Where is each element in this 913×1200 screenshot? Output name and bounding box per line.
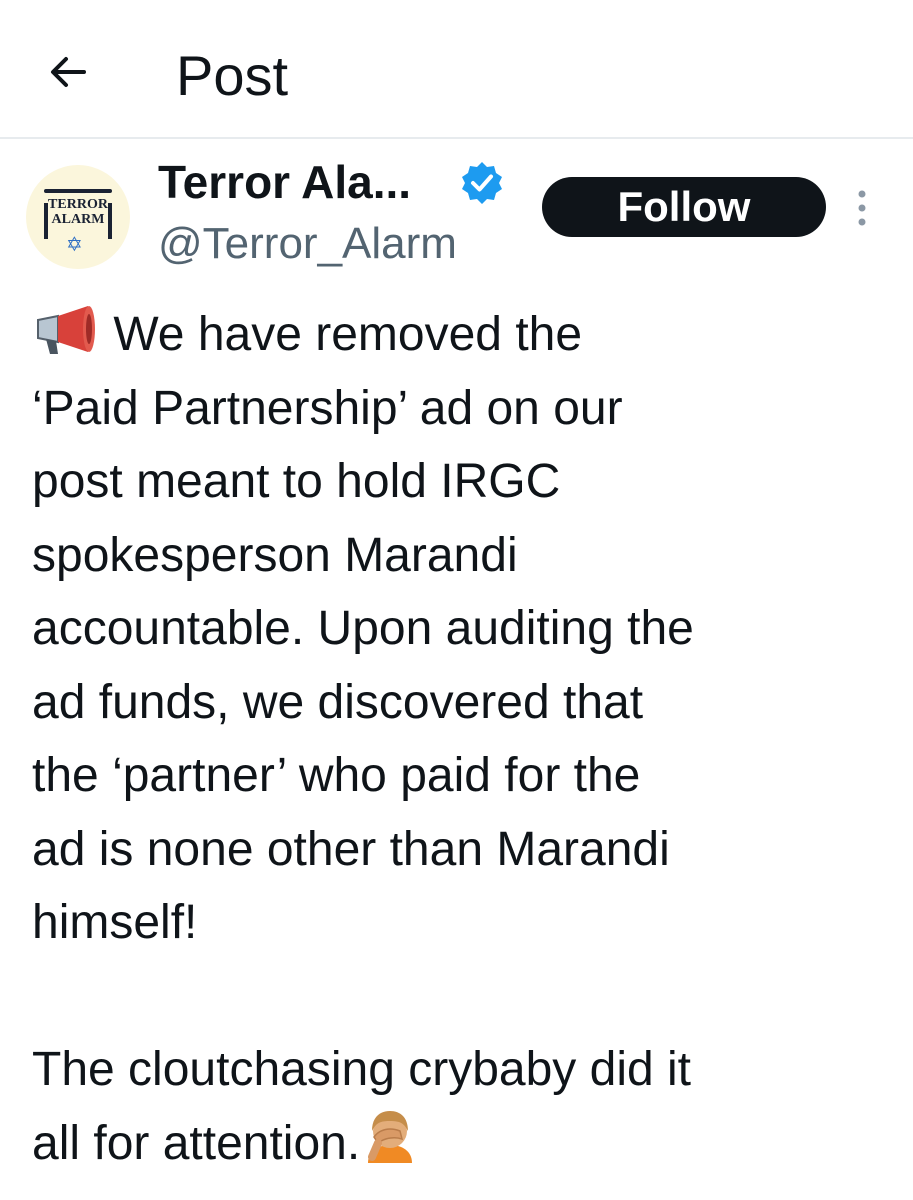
post-line: the ‘partner’ who paid for the: [32, 749, 641, 802]
follow-button[interactable]: Follow: [542, 177, 826, 237]
post-line: accountable. Upon auditing the: [32, 602, 694, 655]
author-handle[interactable]: @Terror_Alarm: [158, 216, 457, 272]
verified-badge-icon: [462, 162, 502, 204]
post-line: ad is none other than Marandi: [32, 822, 670, 876]
post-line-text: We have removed the: [113, 308, 583, 361]
top-bar: Post: [0, 0, 913, 137]
page-title: Post: [176, 44, 289, 107]
post-line: all for attention.: [32, 1107, 902, 1181]
post-line: ‘Paid Partnership’ ad on our: [32, 381, 623, 435]
post-line: ad funds, we discovered that: [32, 675, 644, 729]
megaphone-icon: [37, 306, 95, 354]
arrow-left-icon: [51, 57, 86, 87]
post-line-blank: [32, 960, 902, 1034]
avatar-decor-line: [44, 189, 112, 193]
back-button[interactable]: [44, 48, 92, 96]
avatar-logo-text-1: TERROR: [48, 197, 108, 212]
post-text: We have removed the ‘Paid Partnership’ a…: [32, 298, 902, 1180]
star-of-david-icon: ✡: [66, 234, 83, 256]
post-line: post meant to hold IRGC: [32, 455, 561, 508]
post-line-text: all for attention.: [32, 1116, 361, 1170]
post-line: We have removed the: [32, 298, 902, 372]
header-divider: [0, 137, 913, 139]
facepalm-emoji-icon: [368, 1110, 413, 1163]
post-line: The cloutchasing crybaby did it: [32, 1043, 692, 1096]
post-line: himself!: [32, 896, 198, 949]
more-options-button[interactable]: [848, 184, 876, 234]
post-line: spokesperson Marandi: [32, 528, 518, 582]
avatar[interactable]: TERROR ALARM ✡: [26, 165, 130, 269]
avatar-logo-text-2: ALARM: [51, 212, 105, 227]
more-vertical-icon: [858, 190, 866, 226]
author-display-name[interactable]: Terror Ala...: [158, 154, 411, 210]
